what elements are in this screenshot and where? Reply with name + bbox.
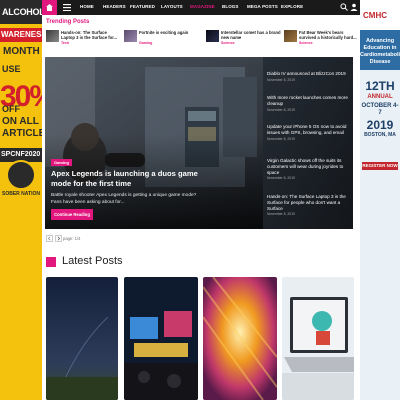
- right-ad-banner[interactable]: CMHC Advancing Education in Cardiometabo…: [360, 0, 400, 400]
- sponsor-name: SOBER NATION: [2, 191, 40, 197]
- search-icon[interactable]: [340, 3, 348, 11]
- latest-posts-marker: [46, 257, 56, 267]
- ad-register-button[interactable]: REGISTER NOW: [362, 162, 398, 170]
- side-list-item[interactable]: Diablo IV announced at BlizzCon 2019 Nov…: [267, 71, 351, 82]
- trending-thumbnail[interactable]: [206, 30, 219, 42]
- sponsor-logo: [6, 160, 36, 190]
- side-item-title[interactable]: Hands-on: The Surface Laptop 3 is the Su…: [267, 194, 351, 211]
- hero-badge-label: Gaming: [51, 159, 72, 166]
- nav-item-home[interactable]: HOME: [80, 4, 94, 9]
- hamburger-menu-icon[interactable]: [63, 4, 71, 11]
- latest-post-card[interactable]: [124, 277, 198, 400]
- nav-item-headers[interactable]: HEADERS: [103, 4, 126, 9]
- side-item-date: November 8, 2019: [267, 176, 295, 181]
- ad-brand: CMHC: [363, 11, 387, 20]
- side-list-item[interactable]: Hands-on: The Surface Laptop 3 is the Su…: [267, 194, 351, 216]
- side-list-item[interactable]: Update your iPhone 5 OS now to avoid iss…: [267, 124, 351, 141]
- trending-item-category[interactable]: Science: [299, 41, 313, 45]
- ad-year: 2019: [366, 118, 394, 132]
- ad-line-3: MONTH: [3, 46, 40, 57]
- side-post-list: Diablo IV announced at BlizzCon 2019 Nov…: [263, 57, 353, 229]
- latest-post-card[interactable]: [282, 277, 354, 400]
- latest-post-card[interactable]: [46, 277, 118, 400]
- latest-post-image: [282, 277, 354, 400]
- hero-category-badge[interactable]: Gaming: [51, 159, 72, 166]
- chevron-left-icon: [47, 236, 51, 241]
- nav-item-blogs[interactable]: BLOGS: [222, 4, 239, 9]
- ad-line-6: ARTICLES: [2, 128, 42, 139]
- latest-post-image: [46, 277, 118, 400]
- nav-item-explore[interactable]: EXPLORE: [281, 4, 303, 9]
- nav-item-featured[interactable]: FEATURED: [130, 4, 155, 9]
- trending-thumbnail[interactable]: [284, 30, 297, 42]
- side-list-item[interactable]: With more rocket launches comes more cle…: [267, 95, 351, 112]
- trending-item-category[interactable]: Tech: [61, 41, 69, 45]
- hero-featured-post[interactable]: Gaming Apex Legends is launching a duos …: [45, 57, 263, 229]
- left-ad-banner[interactable]: ALCOHOL WARENESS MONTH USE 30% OFF ON AL…: [0, 0, 42, 400]
- nav-item-magazine[interactable]: MAGAZINE: [190, 4, 215, 9]
- ad-line-7: USE: [2, 64, 21, 74]
- trending-item-title[interactable]: Hands-on: The Surface Laptop 3 is the Su…: [61, 30, 121, 40]
- pager-info: page: 1/4: [63, 236, 81, 241]
- ad-line-5: ON ALL: [2, 116, 39, 127]
- nav-item-layouts[interactable]: LAYOUTS: [161, 4, 183, 9]
- side-item-date: November 8, 2019: [267, 136, 295, 141]
- user-icon[interactable]: [350, 3, 358, 11]
- nav-item-mega-posts[interactable]: MEGA POSTS: [247, 4, 278, 9]
- home-button[interactable]: [42, 0, 57, 15]
- ad-annual: ANNUAL: [367, 94, 393, 100]
- latest-post-image: [203, 277, 277, 400]
- home-icon: [46, 4, 53, 11]
- ad-line-2: WARENESS: [0, 28, 42, 42]
- latest-post-image: [124, 277, 198, 400]
- side-list-item[interactable]: Virgin Galactic shows off the suits its …: [267, 158, 351, 180]
- ad-dates: OCTOBER 4-7: [361, 103, 399, 116]
- continue-reading-button[interactable]: Continue Reading: [51, 209, 93, 220]
- latest-posts-heading: Latest Posts: [62, 255, 123, 267]
- ad-line-1: ALCOHOL: [0, 0, 42, 24]
- hero-excerpt: Battle royale shooter Apex Legends is ge…: [51, 193, 197, 205]
- hero-title[interactable]: Apex Legends is launching a duos game mo…: [51, 169, 211, 189]
- trending-item-title[interactable]: Fortnite is exciting again: [139, 30, 199, 35]
- latest-post-card[interactable]: [203, 277, 277, 400]
- side-item-date: November 8, 2019: [267, 212, 295, 217]
- side-item-date: November 8, 2019: [267, 77, 295, 82]
- side-item-title[interactable]: With more rocket launches comes more cle…: [267, 95, 351, 107]
- trending-item-category[interactable]: Science: [221, 41, 235, 45]
- ad-off: OFF: [2, 104, 20, 114]
- trending-thumbnail[interactable]: [124, 30, 137, 42]
- side-item-title[interactable]: Virgin Galactic shows off the suits its …: [267, 158, 351, 175]
- side-item-title[interactable]: Update your iPhone 5 OS now to avoid iss…: [267, 124, 351, 136]
- trending-item-title[interactable]: Fat Bear Week's bears survived a histori…: [299, 30, 359, 40]
- side-item-title[interactable]: Diablo IV announced at BlizzCon 2019: [267, 71, 351, 77]
- pager-next-button[interactable]: [55, 235, 62, 242]
- trending-thumbnail[interactable]: [46, 30, 59, 42]
- ad-day: 12TH: [365, 79, 395, 93]
- chevron-right-icon: [57, 236, 61, 241]
- ad-location: BOSTON, MA: [364, 132, 396, 138]
- trending-posts-heading: Trending Posts: [46, 19, 90, 25]
- side-item-date: November 8, 2019: [267, 107, 295, 112]
- trending-item-category[interactable]: Gaming: [139, 41, 152, 45]
- pager-prev-button[interactable]: [46, 235, 53, 242]
- ad-tagline: Advancing Education in Cardiometabolic D…: [360, 38, 400, 65]
- trending-item-title[interactable]: Interstellar comet has a brand new name: [221, 30, 281, 40]
